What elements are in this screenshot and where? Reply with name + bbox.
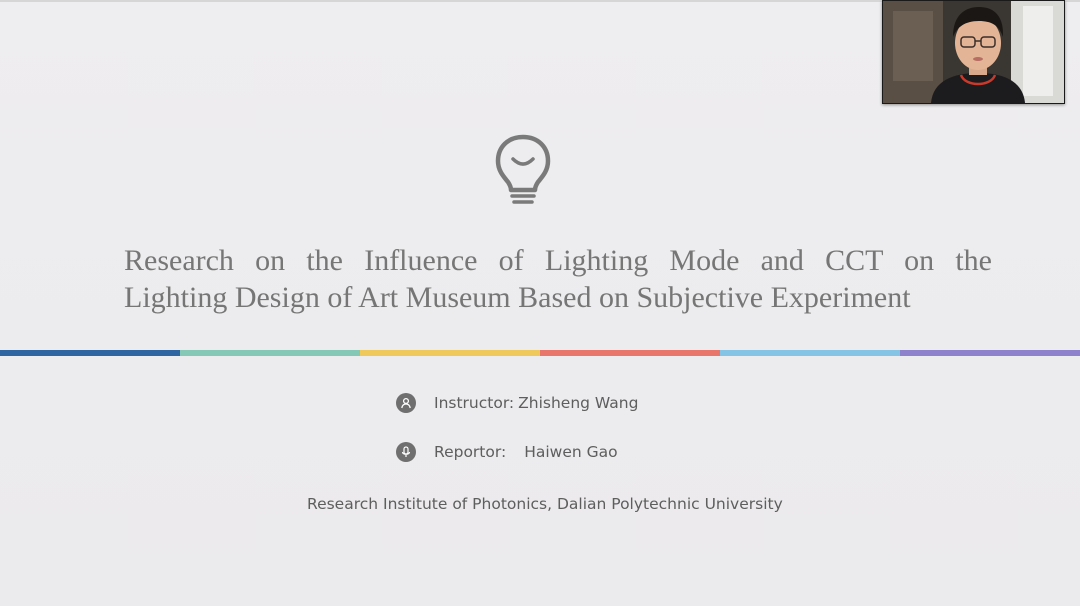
color-segment: [900, 350, 1080, 356]
slide-title: Research on the Influence of Lighting Mo…: [124, 242, 992, 316]
instructor-name: Zhisheng Wang: [518, 394, 639, 412]
person-icon: [396, 393, 416, 413]
reportor-row: Reportor: Haiwen Gao: [396, 441, 618, 463]
color-segment: [0, 350, 180, 356]
microphone-icon: [396, 442, 416, 462]
title-line-1: Research on the Influence of Lighting Mo…: [124, 244, 992, 277]
color-divider-bar: [0, 350, 1080, 356]
color-segment: [720, 350, 900, 356]
color-segment: [540, 350, 720, 356]
webcam-feed: [883, 1, 1064, 103]
title-line-2: Lighting Design of Art Museum Based on S…: [124, 281, 911, 314]
color-segment: [360, 350, 540, 356]
instructor-label: Instructor:: [434, 394, 515, 412]
reportor-label: Reportor:: [434, 443, 507, 461]
affiliation-text: Research Institute of Photonics, Dalian …: [307, 495, 783, 513]
lightbulb-icon: [495, 134, 551, 204]
color-segment: [180, 350, 360, 356]
instructor-row: Instructor: Zhisheng Wang: [396, 392, 638, 414]
reportor-name: Haiwen Gao: [524, 443, 618, 461]
webcam-participant[interactable]: [882, 0, 1065, 104]
